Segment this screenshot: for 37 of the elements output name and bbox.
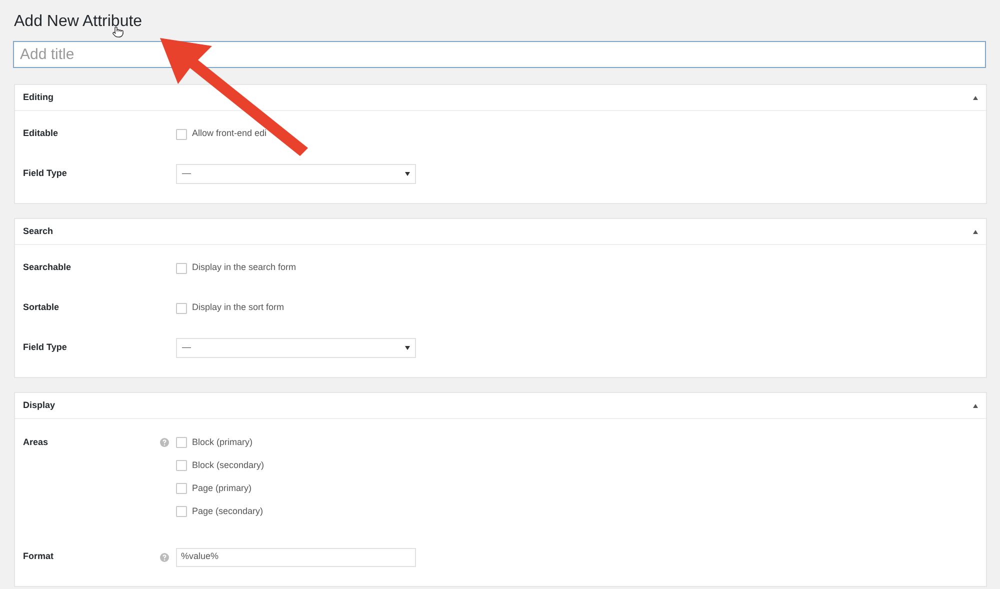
checkbox[interactable] <box>176 262 187 274</box>
help-icon[interactable] <box>160 552 169 562</box>
checkbox[interactable] <box>176 302 187 314</box>
panel-title: Display <box>23 398 56 412</box>
field-label: Field Type <box>23 341 67 354</box>
field-label: Searchable <box>23 261 72 274</box>
field-label: Field Type <box>23 167 67 180</box>
checkbox-label: Allow front-end edi <box>192 127 267 140</box>
checkbox[interactable] <box>176 437 187 448</box>
checkbox-label: Page (primary) <box>192 482 252 495</box>
checkbox-label: Block (secondary) <box>192 458 264 472</box>
checkbox[interactable] <box>176 506 187 517</box>
help-icon[interactable] <box>160 438 169 447</box>
field-label: Sortable <box>23 301 60 314</box>
page-title: Add New Attribute <box>14 12 142 32</box>
checkbox-label: Display in the search form <box>192 261 296 274</box>
checkbox-label: Page (secondary) <box>192 504 264 518</box>
collapse-toggle-icon[interactable] <box>973 96 978 100</box>
input-field[interactable]: %value% <box>176 548 416 566</box>
panel-title: Search <box>23 224 54 238</box>
checkbox-label: Display in the sort form <box>192 301 284 314</box>
checkbox-label: Block (primary) <box>192 436 253 449</box>
field-label: Editable <box>23 127 58 140</box>
collapse-toggle-icon[interactable] <box>973 230 978 234</box>
select-dropdown[interactable]: — <box>176 338 416 358</box>
caret-icon <box>405 172 410 176</box>
collapse-toggle-icon[interactable] <box>973 404 978 408</box>
checkbox[interactable] <box>176 460 187 471</box>
panel-title: Editing <box>23 90 54 104</box>
caret-icon <box>405 346 410 350</box>
cursor-icon <box>112 25 124 39</box>
checkbox[interactable] <box>176 483 187 494</box>
title-field[interactable]: Add title <box>13 41 986 68</box>
field-label: Format <box>23 550 54 564</box>
field-label: Areas <box>23 436 48 449</box>
select-dropdown[interactable]: — <box>176 164 416 184</box>
checkbox[interactable] <box>176 128 187 140</box>
